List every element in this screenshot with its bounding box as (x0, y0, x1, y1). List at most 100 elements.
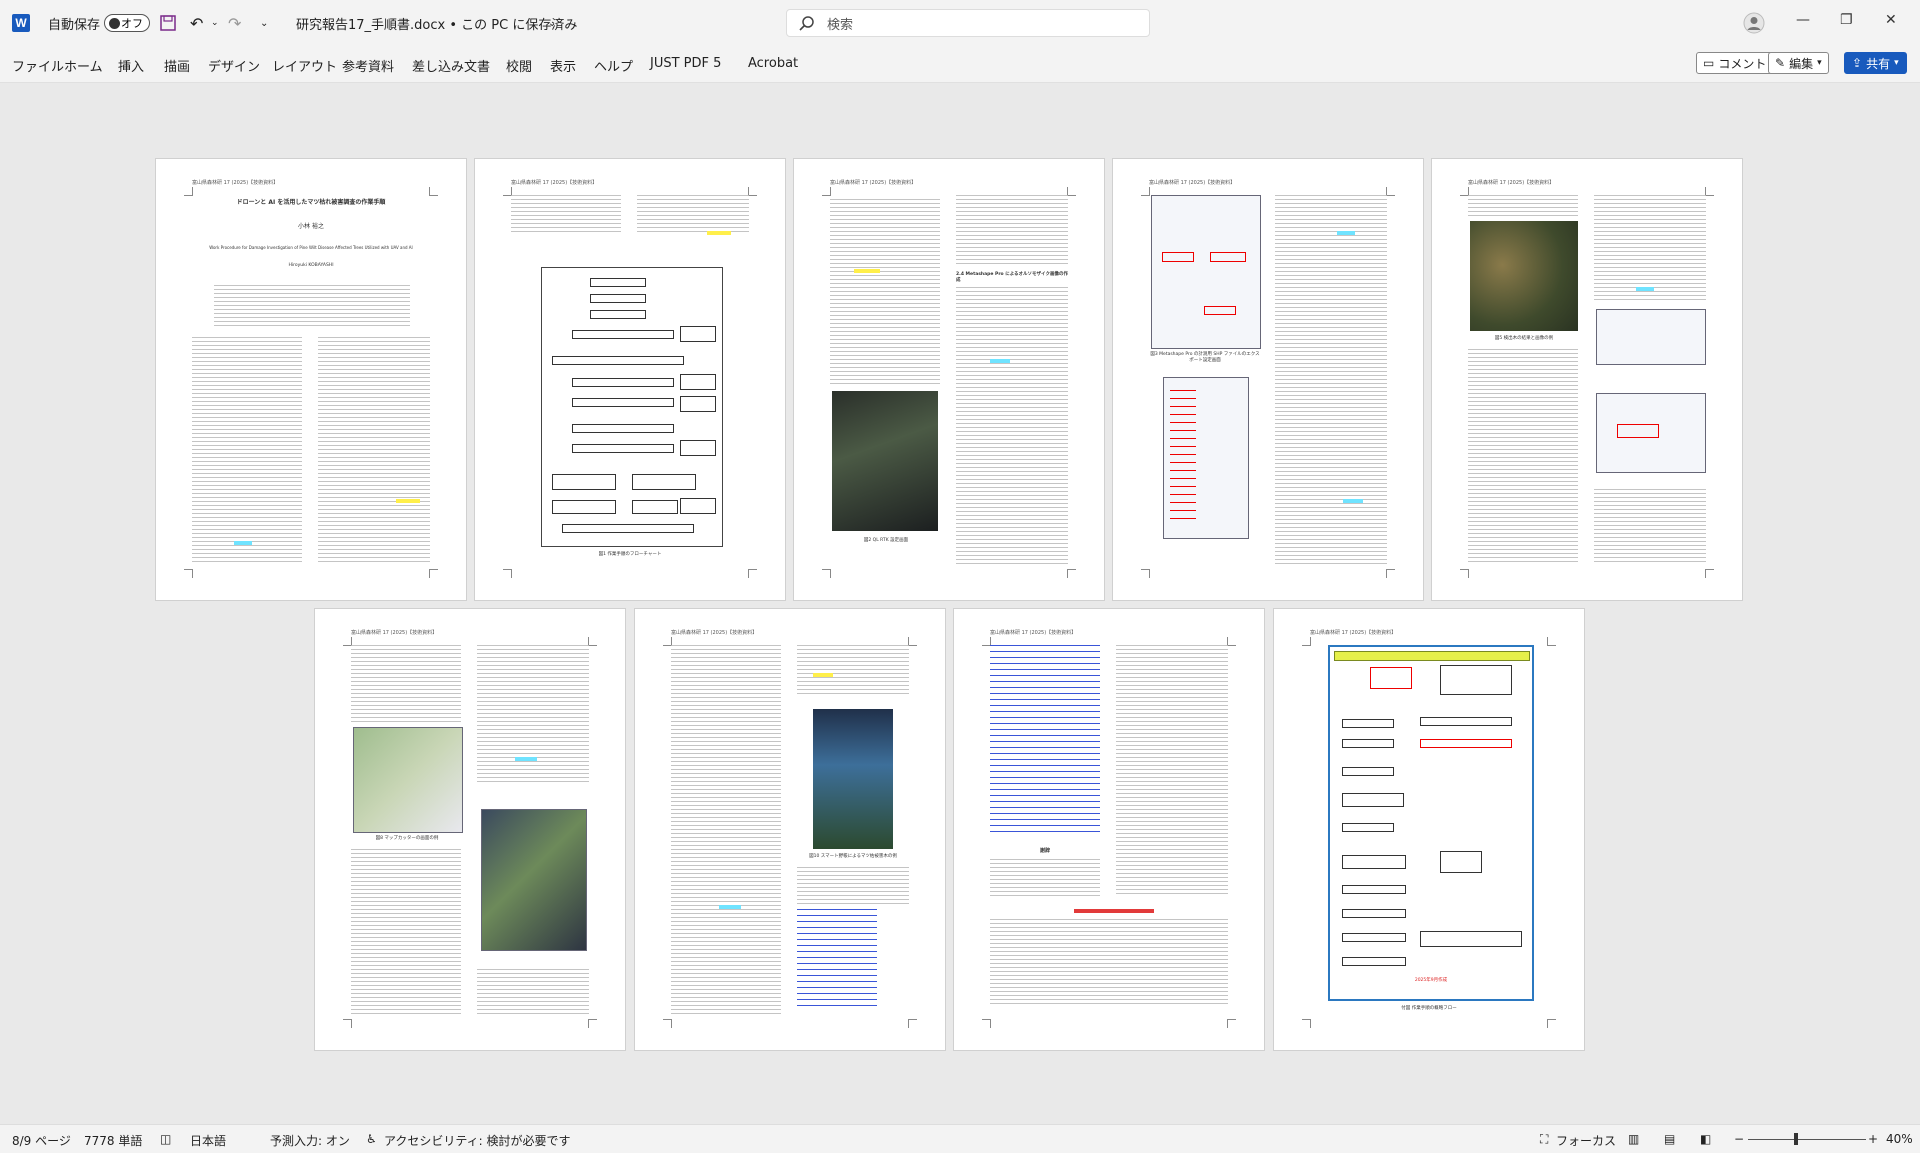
page-header: 富山県森林研 17 (2025)【技術資料】 (351, 630, 438, 636)
body-text-left (351, 645, 461, 725)
edit-label: 編集 (1789, 56, 1814, 71)
document-title[interactable]: 研究報告17_手順書.docx • この PC に保存済み (296, 0, 577, 46)
accessibility-status[interactable]: アクセシビリティ: 検討が必要です (384, 1132, 571, 1149)
close-icon[interactable]: ✕ (1885, 12, 1897, 28)
tab-insert[interactable]: 挿入 (118, 56, 144, 75)
section-heading: 2.4 Metashape Pro によるオルソモザイク画像の作成 (956, 272, 1068, 283)
margin-mark (1386, 187, 1395, 196)
margin-mark (1705, 187, 1714, 196)
phone-screenshot-image (832, 391, 938, 531)
undo-icon[interactable]: ↶ (190, 0, 203, 46)
highlight (234, 541, 252, 545)
margin-mark (1547, 1019, 1556, 1028)
tab-layout[interactable]: レイアウト (272, 56, 337, 75)
focus-icon[interactable]: ⛶ (1540, 1132, 1548, 1147)
autosave-state: オフ (121, 17, 143, 30)
tab-review[interactable]: 校閲 (506, 56, 532, 75)
zoom-slider-thumb[interactable] (1794, 1133, 1798, 1145)
tab-home[interactable]: ホーム (64, 56, 103, 75)
reference-links[interactable] (990, 645, 1100, 837)
undo-dropdown-icon[interactable]: ⌄ (211, 0, 219, 46)
search-input[interactable]: 検索 (786, 9, 1150, 37)
account-icon[interactable] (1743, 0, 1765, 46)
ribbon-tabs: ファイル ホーム 挿入 描画 デザイン レイアウト 参考資料 差し込み文書 校閲… (0, 46, 1920, 83)
redo-icon[interactable]: ↷ (228, 0, 241, 46)
forest-detection-image (1470, 221, 1578, 331)
reference-links[interactable] (797, 909, 877, 1009)
margin-mark (663, 1019, 672, 1028)
print-layout-icon[interactable]: ▤ (1664, 1132, 1675, 1146)
page-thumbnail-5[interactable]: 富山県森林研 17 (2025)【技術資料】 図5 検出木の結果と画像の例 (1431, 158, 1743, 601)
focus-label[interactable]: フォーカス (1556, 1132, 1616, 1149)
autosave-toggle[interactable]: オフ (104, 14, 150, 32)
pencil-icon: ✎ (1775, 56, 1786, 70)
figure-caption: 図5 検出木の結果と画像の例 (1494, 336, 1554, 341)
page-thumbnail-9[interactable]: 富山県森林研 17 (2025)【技術資料】 2025年9月作成 付図 作業手順… (1273, 608, 1585, 1051)
proofing-icon[interactable]: ◫ (160, 1132, 171, 1146)
page-thumbnail-8[interactable]: 富山県森林研 17 (2025)【技術資料】 謝辞 (953, 608, 1265, 1051)
minimize-icon[interactable]: — (1796, 12, 1810, 28)
tab-acrobat[interactable]: Acrobat (748, 56, 798, 71)
body-text-right (1275, 195, 1387, 565)
tab-help[interactable]: ヘルプ (594, 56, 633, 75)
restore-icon[interactable]: ❐ (1840, 12, 1853, 28)
save-icon[interactable] (160, 0, 176, 46)
page-thumbnail-1[interactable]: 富山県森林研 17 (2025)【技術資料】 ドローンと AI を活用したマツ枯… (155, 158, 467, 601)
body-text-bottom (990, 919, 1228, 1005)
body-text-left (830, 199, 940, 385)
highlight (854, 269, 880, 273)
tab-just-pdf[interactable]: JUST PDF 5 (650, 56, 721, 71)
zoom-in-icon[interactable]: + (1868, 1132, 1878, 1146)
tab-view[interactable]: 表示 (550, 56, 576, 75)
body-text-right (477, 645, 589, 785)
search-icon (799, 16, 814, 31)
body-text-left-lower (351, 849, 461, 1015)
accessibility-icon[interactable]: ♿ (366, 1132, 377, 1146)
highlight (990, 359, 1010, 363)
zoom-level[interactable]: 40% (1886, 1132, 1913, 1146)
margin-mark (1547, 637, 1556, 646)
zoom-out-icon[interactable]: − (1734, 1132, 1744, 1146)
zoom-slider[interactable] (1748, 1139, 1866, 1140)
tab-draw[interactable]: 描画 (164, 56, 190, 75)
share-button[interactable]: ⇪ 共有 ▾ (1844, 52, 1907, 74)
page-thumbnail-3[interactable]: 富山県森林研 17 (2025)【技術資料】 図2 QL RTK 設定画面 2.… (793, 158, 1105, 601)
page-header: 富山県森林研 17 (2025)【技術資料】 (990, 630, 1077, 636)
language[interactable]: 日本語 (190, 1132, 226, 1149)
tab-references[interactable]: 参考資料 (342, 56, 394, 75)
body-text-left (511, 195, 621, 235)
comment-label: コメント (1718, 56, 1767, 71)
body-text-left (192, 337, 302, 565)
search-placeholder: 検索 (827, 17, 854, 33)
figure-caption: 図3 Metashape Pro の計測用 SHP ファイルのエクスポート設定画… (1150, 352, 1260, 363)
page-count[interactable]: 8/9 ページ (12, 1132, 71, 1149)
tab-file[interactable]: ファイル (12, 56, 64, 75)
body-text-right (956, 195, 1068, 267)
figure-caption: 付図 作業手順の概略フロー (1401, 1006, 1457, 1011)
share-label: 共有 (1866, 56, 1891, 71)
tab-design[interactable]: デザイン (208, 56, 260, 75)
word-count[interactable]: 7778 単語 (84, 1132, 142, 1149)
highlight (1337, 231, 1355, 235)
text-prediction[interactable]: 予測入力: オン (270, 1132, 350, 1149)
body-text-right (637, 195, 749, 235)
tab-mailings[interactable]: 差し込み文書 (412, 56, 490, 75)
software-screenshot (1596, 309, 1706, 365)
title-chevron-down-icon[interactable]: ⌄ (548, 0, 556, 46)
read-mode-icon[interactable]: ▥ (1628, 1132, 1639, 1146)
highlight (515, 757, 537, 761)
body-text-right-lower (477, 969, 589, 1015)
customize-toolbar-icon[interactable]: ⌄ (260, 0, 268, 46)
body-text-left-lower (1468, 349, 1578, 565)
page-thumbnail-2[interactable]: 富山県森林研 17 (2025)【技術資料】 図1 作業手順のフローチャート (474, 158, 786, 601)
page-thumbnail-4[interactable]: 富山県森林研 17 (2025)【技術資料】 図3 Metashape Pro … (1112, 158, 1424, 601)
margin-mark (748, 569, 757, 578)
margin-mark (343, 1019, 352, 1028)
margin-mark (1227, 637, 1236, 646)
page-thumbnail-7[interactable]: 富山県森林研 17 (2025)【技術資料】 図10 スマート野帳によるマツ枯被… (634, 608, 946, 1051)
comment-button[interactable]: ▭ コメント (1696, 52, 1774, 74)
margin-mark (908, 1019, 917, 1028)
web-layout-icon[interactable]: ◧ (1700, 1132, 1711, 1146)
page-thumbnail-6[interactable]: 富山県森林研 17 (2025)【技術資料】 図8 マップカッターの画面の例 (314, 608, 626, 1051)
edit-mode-button[interactable]: ✎ 編集 ▾ (1768, 52, 1829, 74)
